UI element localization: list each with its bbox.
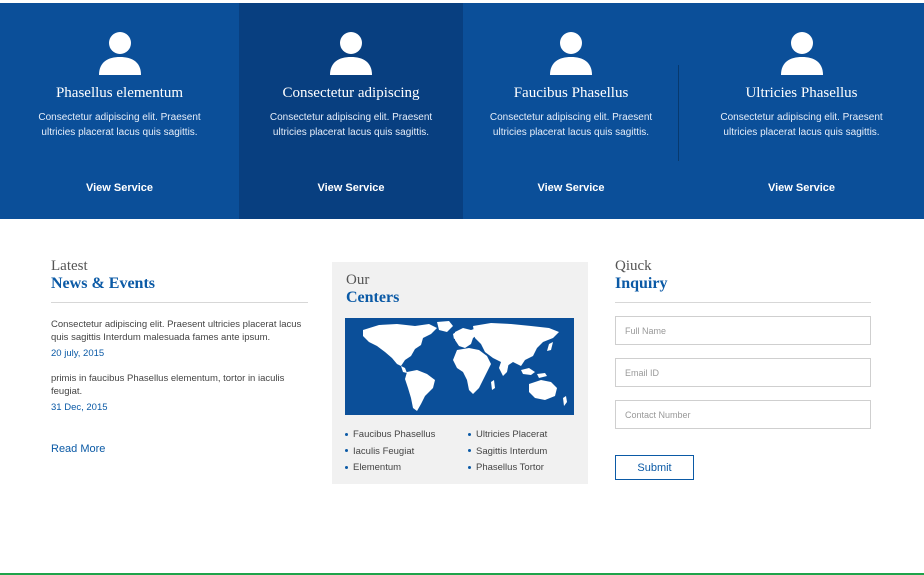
news-text: primis in faucibus Phasellus elementum, …: [51, 373, 285, 397]
bullet-icon: [345, 449, 348, 453]
email-field[interactable]: [615, 358, 871, 387]
service-description: Consectetur adipiscing elit. Praesent ul…: [720, 112, 883, 138]
service-title: Ultricies Phasellus: [745, 85, 858, 101]
view-service-link[interactable]: View Service: [0, 182, 239, 194]
inquiry-heading-light: Qiuck: [615, 258, 652, 274]
service-card-4: Ultricies Phasellus Consectetur adipisci…: [679, 3, 924, 219]
bullet-icon: [468, 465, 471, 469]
list-item: Elementum: [345, 461, 435, 478]
view-service-link[interactable]: View Service: [463, 182, 679, 194]
center-name: Sagittis Interdum: [476, 445, 548, 457]
center-name: Iaculis Feugiat: [353, 445, 415, 457]
center-name: Ultricies Placerat: [476, 429, 548, 440]
service-card-3: Faucibus Phasellus Consectetur adipiscin…: [463, 3, 679, 219]
news-item: Consectetur adipiscing elit. Praesent ul…: [51, 318, 308, 359]
list-item: Phasellus Tortor: [468, 461, 547, 478]
list-item: Ultricies Placerat: [468, 428, 547, 445]
center-name: Phasellus Tortor: [476, 462, 544, 473]
list-item: Iaculis Feugiat: [345, 445, 435, 462]
view-service-link[interactable]: View Service: [679, 182, 924, 194]
bullet-icon: [345, 432, 348, 436]
service-description: Consectetur adipiscing elit. Praesent ul…: [489, 112, 653, 138]
center-name: Elementum: [353, 462, 402, 473]
service-title: Phasellus elementum: [55, 85, 184, 101]
divider: [615, 302, 871, 303]
service-card-2: Consectetur adipiscing Consectetur adipi…: [239, 3, 463, 219]
bullet-icon: [468, 449, 471, 453]
contact-number-field[interactable]: [615, 400, 871, 429]
service-title: Consectetur adipiscing: [282, 85, 420, 101]
bullet-icon: [345, 465, 348, 469]
world-map: [345, 318, 574, 415]
center-name: Faucibus Phasellus: [353, 429, 436, 440]
centers-list-left: Faucibus Phasellus Iaculis Feugiat Eleme…: [345, 428, 435, 478]
service-card-1: Phasellus elementum Consectetur adipisci…: [0, 3, 239, 219]
news-heading-light: Latest: [51, 258, 88, 274]
user-icon: [550, 32, 592, 75]
user-icon: [330, 32, 372, 75]
centers-list-right: Ultricies Placerat Sagittis Interdum Pha…: [468, 428, 547, 478]
bullet-icon: [468, 432, 471, 436]
news-text: Consectetur adipiscing elit. Praesent ul…: [51, 319, 302, 343]
news-item: primis in faucibus Phasellus elementum, …: [51, 372, 308, 413]
divider: [51, 302, 308, 303]
list-item: Sagittis Interdum: [468, 445, 547, 462]
submit-button[interactable]: Submit: [615, 455, 694, 480]
view-service-link[interactable]: View Service: [239, 182, 463, 194]
inquiry-section: Qiuck Inquiry Submit: [615, 258, 871, 480]
user-icon: [780, 32, 823, 75]
service-description: Consectetur adipiscing elit. Praesent ul…: [38, 112, 201, 138]
inquiry-heading: Inquiry: [615, 275, 668, 292]
centers-heading-light: Our: [346, 272, 370, 288]
news-date: 20 july, 2015: [51, 348, 105, 359]
services-band: Phasellus elementum Consectetur adipisci…: [0, 3, 924, 219]
user-icon: [98, 32, 141, 75]
centers-heading: Centers: [346, 289, 400, 306]
centers-section: Our Centers Faucibus Phasellus Iaculis F…: [332, 262, 588, 484]
service-description: Consectetur adipiscing elit. Praesent ul…: [269, 112, 433, 138]
read-more-link[interactable]: Read More: [51, 443, 105, 455]
full-name-field[interactable]: [615, 316, 871, 345]
news-heading: News & Events: [51, 275, 155, 292]
news-date: 31 Dec, 2015: [51, 402, 108, 413]
news-section: Latest News & Events Consectetur adipisc…: [51, 258, 308, 457]
list-item: Faucibus Phasellus: [345, 428, 435, 445]
service-title: Faucibus Phasellus: [513, 85, 629, 101]
